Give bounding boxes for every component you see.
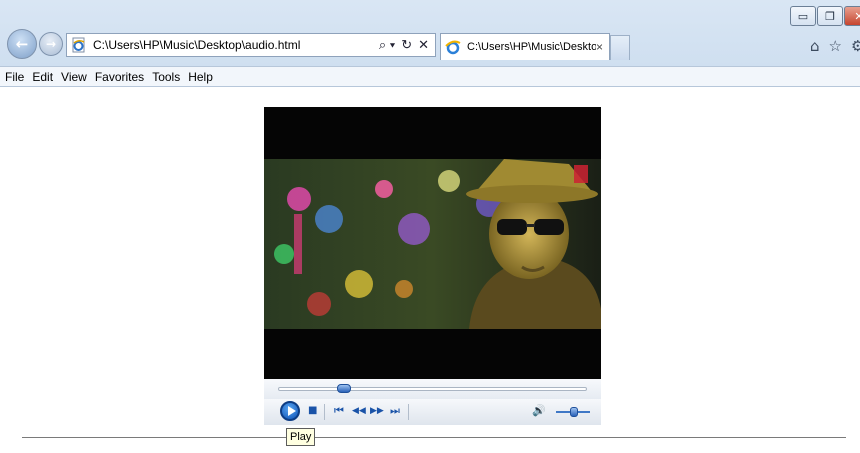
minimize-icon: ▭ bbox=[797, 9, 809, 23]
ie-logo-icon bbox=[445, 39, 461, 55]
stop-icon[interactable]: ✕ bbox=[418, 37, 429, 53]
home-icon[interactable]: ⌂ bbox=[810, 37, 820, 55]
stop-button-icon[interactable]: ■ bbox=[308, 405, 317, 417]
refresh-icon[interactable]: ↻ bbox=[401, 37, 412, 53]
menu-file[interactable]: File bbox=[5, 70, 24, 84]
menu-bar: File Edit View Favorites Tools Help bbox=[0, 66, 860, 87]
video-player[interactable]: ■ ⏮ ◀◀ ▶▶ ⏭ 🔊 bbox=[264, 107, 601, 425]
maximize-button[interactable]: ❐ bbox=[817, 6, 843, 26]
address-url[interactable]: C:\Users\HP\Music\Desktop\audio.html bbox=[93, 38, 379, 52]
volume-icon[interactable]: 🔊 bbox=[532, 405, 546, 417]
horizontal-rule bbox=[22, 437, 846, 438]
back-arrow-icon: ← bbox=[15, 35, 29, 53]
next-track-icon[interactable]: ⏭ bbox=[390, 405, 400, 417]
seek-track[interactable] bbox=[278, 387, 587, 391]
favorites-star-icon[interactable]: ☆ bbox=[829, 37, 842, 55]
minimize-button[interactable]: ▭ bbox=[790, 6, 816, 26]
settings-gear-icon[interactable]: ⚙ bbox=[851, 37, 860, 55]
controls-divider bbox=[408, 404, 409, 420]
tab-active[interactable]: C:\Users\HP\Music\Desktop... × bbox=[440, 33, 610, 60]
menu-help[interactable]: Help bbox=[188, 70, 213, 84]
video-frame bbox=[264, 159, 601, 329]
previous-track-icon[interactable]: ⏮ bbox=[334, 405, 344, 417]
seek-thumb[interactable] bbox=[337, 384, 351, 393]
forward-button[interactable]: → bbox=[39, 32, 63, 56]
close-button[interactable]: ✕ bbox=[844, 6, 860, 26]
fast-forward-icon[interactable]: ▶▶ bbox=[370, 405, 384, 417]
menu-favorites[interactable]: Favorites bbox=[95, 70, 144, 84]
rewind-icon[interactable]: ◀◀ bbox=[352, 405, 366, 417]
tab-title: C:\Users\HP\Music\Desktop... bbox=[467, 41, 596, 53]
menu-view[interactable]: View bbox=[61, 70, 87, 84]
tab-close-icon[interactable]: × bbox=[596, 40, 603, 54]
forward-arrow-icon: → bbox=[45, 37, 57, 51]
play-button[interactable] bbox=[280, 401, 300, 421]
address-bar[interactable]: C:\Users\HP\Music\Desktop\audio.html ⌕ ▾… bbox=[66, 33, 436, 57]
play-tooltip: Play bbox=[286, 428, 316, 446]
player-controls: ■ ⏮ ◀◀ ▶▶ ⏭ 🔊 bbox=[264, 399, 601, 425]
ie-page-icon bbox=[71, 37, 87, 53]
menu-edit[interactable]: Edit bbox=[32, 70, 53, 84]
video-screen[interactable] bbox=[264, 107, 601, 379]
controls-divider bbox=[324, 404, 325, 420]
seek-bar-area bbox=[264, 379, 601, 399]
close-icon: ✕ bbox=[854, 9, 860, 23]
menu-tools[interactable]: Tools bbox=[152, 70, 180, 84]
volume-thumb[interactable] bbox=[570, 407, 579, 417]
search-dropdown-icon[interactable]: ⌕ ▾ bbox=[379, 37, 395, 53]
back-button[interactable]: ← bbox=[7, 29, 37, 59]
new-tab-button[interactable] bbox=[610, 35, 630, 60]
maximize-icon: ❐ bbox=[825, 9, 835, 23]
